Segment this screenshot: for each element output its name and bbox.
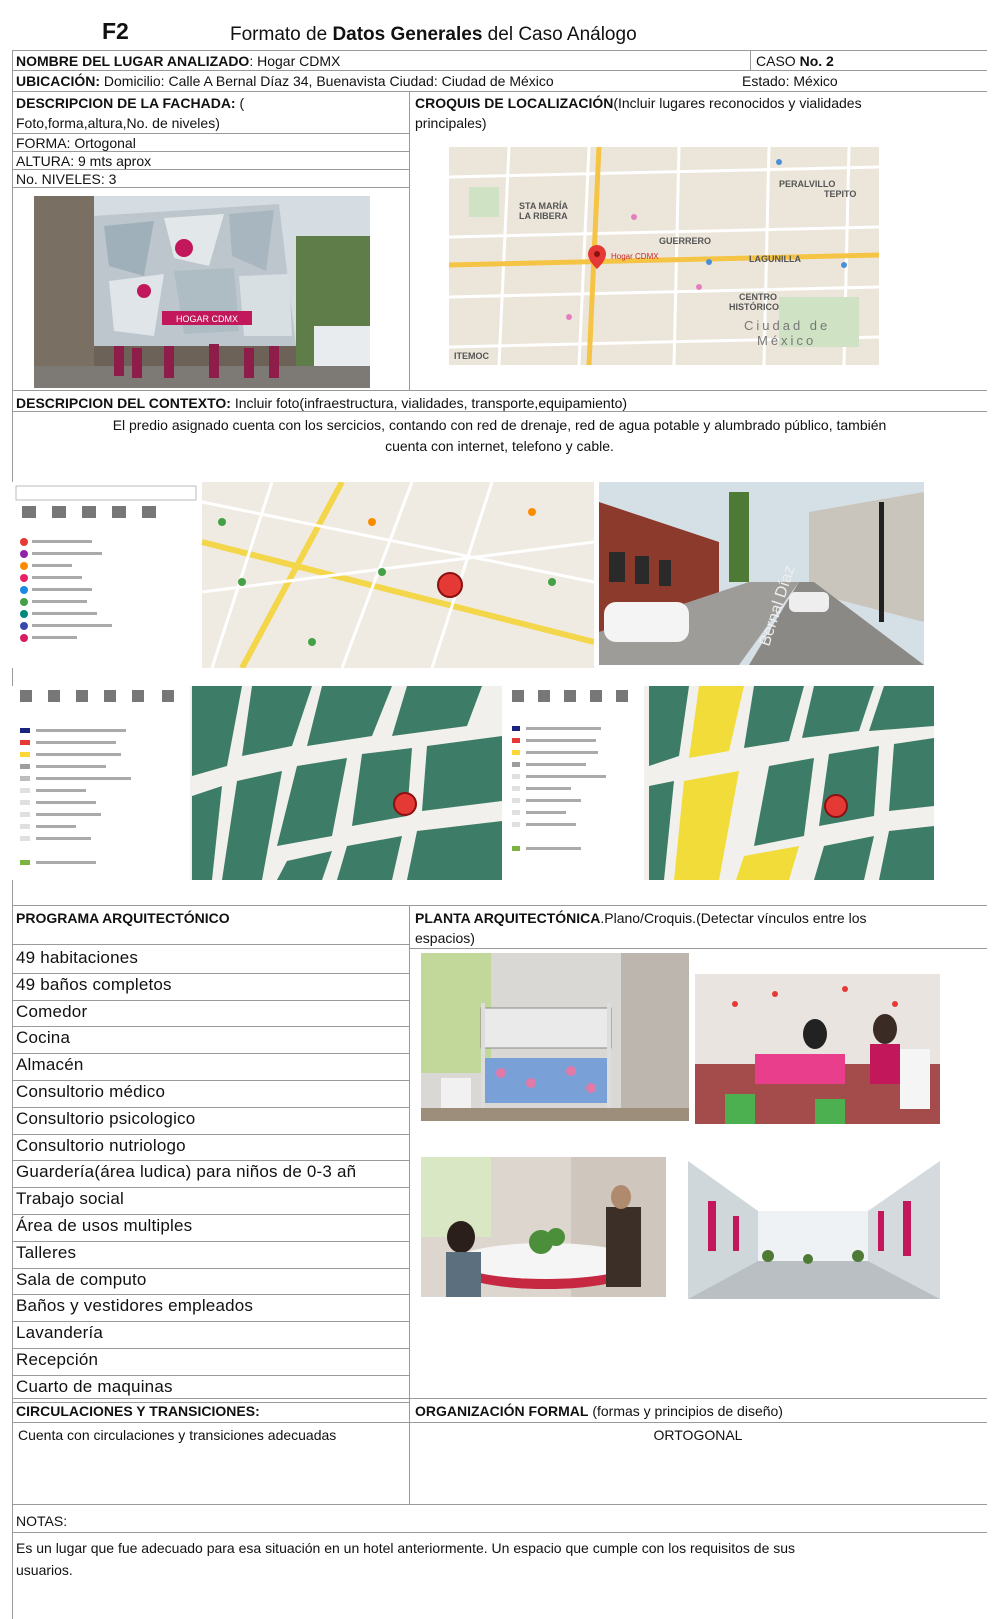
svg-text:Ciudad de: Ciudad de bbox=[744, 318, 830, 333]
state: Estado: México bbox=[742, 73, 838, 89]
program-row-divider bbox=[12, 1294, 409, 1296]
context-text-2: cuenta con internet, telefono y cable. bbox=[385, 438, 614, 454]
bedroom-photo bbox=[421, 953, 689, 1121]
program-item: Consultorio nutriologo bbox=[16, 1135, 186, 1155]
program-item: Consultorio psicologico bbox=[16, 1108, 196, 1128]
svg-text:ITEMOC: ITEMOC bbox=[454, 351, 489, 361]
nursery-photo bbox=[695, 974, 940, 1124]
svg-text:LA RIBERA: LA RIBERA bbox=[519, 211, 568, 221]
program-item: Área de usos multiples bbox=[16, 1216, 193, 1235]
program-item: Cocina bbox=[16, 1028, 71, 1048]
hallway-photo-art bbox=[688, 1161, 940, 1299]
program-row-divider bbox=[12, 1321, 409, 1323]
dining-photo-art bbox=[421, 1157, 666, 1297]
program-row-divider bbox=[12, 1374, 409, 1376]
facade-levels: No. NIVELES: 3 bbox=[16, 171, 117, 187]
format-code: F2 bbox=[102, 18, 129, 44]
infrastructure-map-lighting bbox=[12, 686, 502, 880]
organization-label: ORGANIZACIÓN FORMAL (formas y principios… bbox=[415, 1403, 783, 1419]
nursery-photo-art bbox=[695, 974, 940, 1124]
program-item: Comedor bbox=[16, 1001, 88, 1021]
program-item: Recepción bbox=[16, 1350, 99, 1369]
program-row-divider bbox=[12, 1187, 409, 1189]
program-row-divider bbox=[12, 1240, 409, 1242]
svg-text:LAGUNILLA: LAGUNILLA bbox=[749, 254, 801, 264]
place-name: NOMBRE DEL LUGAR ANALIZADO: Hogar CDMX bbox=[16, 53, 341, 69]
facade-photo: HOGAR CDMX bbox=[34, 196, 370, 388]
location-map: STA MARÍA LA RIBERA GUERRERO PERALVILLO … bbox=[449, 147, 879, 365]
program-label: PROGRAMA ARQUITECTÓNICO bbox=[16, 910, 230, 926]
target-marker-icon bbox=[393, 792, 417, 816]
circulation-text: Cuenta con circulaciones y transiciones … bbox=[18, 1427, 337, 1443]
program-item: Cuarto de maquinas bbox=[16, 1376, 173, 1396]
phone-map-art bbox=[504, 686, 934, 880]
program-row-divider bbox=[12, 999, 409, 1001]
program-row-divider bbox=[12, 1160, 409, 1162]
notes-text-2: usuarios. bbox=[16, 1562, 73, 1578]
program-row-divider bbox=[12, 1080, 409, 1081]
svg-text:GUERRERO: GUERRERO bbox=[659, 236, 711, 246]
infrastructure-map-phone bbox=[504, 686, 934, 880]
context-label: DESCRIPCION DEL CONTEXTO: Incluir foto(i… bbox=[16, 395, 628, 411]
svg-text:HISTÓRICO: HISTÓRICO bbox=[729, 301, 779, 312]
target-marker-icon bbox=[437, 572, 463, 598]
facade-hint: Foto,forma,altura,No. de niveles) bbox=[16, 115, 220, 131]
svg-text:STA MARÍA: STA MARÍA bbox=[519, 201, 568, 211]
hallway-photo bbox=[688, 1161, 940, 1299]
program-item: Sala de computo bbox=[16, 1269, 147, 1289]
lighting-map-art bbox=[12, 686, 502, 880]
program-row-divider bbox=[12, 1106, 409, 1108]
format-title: Formato de Datos Generales del Caso Anál… bbox=[230, 24, 637, 45]
facade-label: DESCRIPCION DE LA FACHADA: ( bbox=[16, 95, 245, 111]
program-item: Guardería(área ludica) para niños de 0-3… bbox=[16, 1162, 357, 1182]
bedroom-photo-art bbox=[421, 953, 689, 1121]
program-row-divider bbox=[12, 1267, 409, 1269]
program-item: Talleres bbox=[16, 1242, 77, 1262]
facade-height: ALTURA: 9 mts aprox bbox=[16, 153, 152, 169]
case-number: CASO No. 2 bbox=[756, 53, 834, 69]
planta-hint: espacios) bbox=[415, 930, 475, 946]
dining-photo bbox=[421, 1157, 666, 1297]
notes-text-1: Es un lugar que fue adecuado para esa si… bbox=[16, 1540, 796, 1556]
svg-text:CENTRO: CENTRO bbox=[739, 292, 777, 302]
organization-text: ORTOGONAL bbox=[653, 1427, 743, 1443]
target-marker-icon bbox=[824, 794, 848, 818]
program-item: Consultorio médico bbox=[16, 1082, 166, 1101]
program-item: 49 baños completos bbox=[16, 974, 172, 994]
location: UBICACIÓN: Domicilio: Calle A Bernal Día… bbox=[16, 73, 554, 89]
street-photo-art: Bernal Díaz bbox=[599, 482, 924, 665]
facade-form: FORMA: Ortogonal bbox=[16, 135, 136, 151]
program-row-divider bbox=[12, 1026, 409, 1028]
program-item: Lavandería bbox=[16, 1323, 104, 1343]
svg-text:México: México bbox=[757, 333, 816, 348]
context-map-services bbox=[12, 482, 594, 668]
facade-photo-art: HOGAR CDMX bbox=[34, 196, 370, 388]
program-row-divider bbox=[12, 1214, 409, 1215]
notes-label: NOTAS: bbox=[16, 1513, 68, 1529]
croquis-label: CROQUIS DE LOCALIZACIÓN(Incluir lugares … bbox=[415, 95, 862, 111]
street-photo: Bernal Díaz bbox=[599, 482, 924, 665]
program-item: Almacén bbox=[16, 1055, 84, 1075]
program-item: 49 habitaciones bbox=[16, 948, 139, 967]
program-row-divider bbox=[12, 972, 409, 974]
program-item: Trabajo social bbox=[16, 1189, 124, 1209]
program-row-divider bbox=[12, 1348, 409, 1349]
program-item: Baños y vestidores empleados bbox=[16, 1296, 254, 1316]
context-text-1: El predio asignado cuenta con los sercic… bbox=[112, 417, 887, 433]
svg-text:PERALVILLO: PERALVILLO bbox=[779, 179, 835, 189]
location-map-art: STA MARÍA LA RIBERA GUERRERO PERALVILLO … bbox=[449, 147, 879, 365]
planta-label: PLANTA ARQUITECTÓNICA.Plano/Croquis.(Det… bbox=[415, 910, 867, 926]
services-map-art bbox=[12, 482, 594, 668]
svg-text:HOGAR CDMX: HOGAR CDMX bbox=[176, 314, 238, 324]
program-row-divider bbox=[12, 1133, 409, 1135]
program-row-divider bbox=[12, 1053, 409, 1055]
svg-text:TEPITO: TEPITO bbox=[824, 189, 856, 199]
croquis-hint: principales) bbox=[415, 115, 487, 131]
svg-text:Hogar CDMX: Hogar CDMX bbox=[611, 252, 659, 261]
circulation-label: CIRCULACIONES Y TRANSICIONES: bbox=[16, 1403, 260, 1419]
